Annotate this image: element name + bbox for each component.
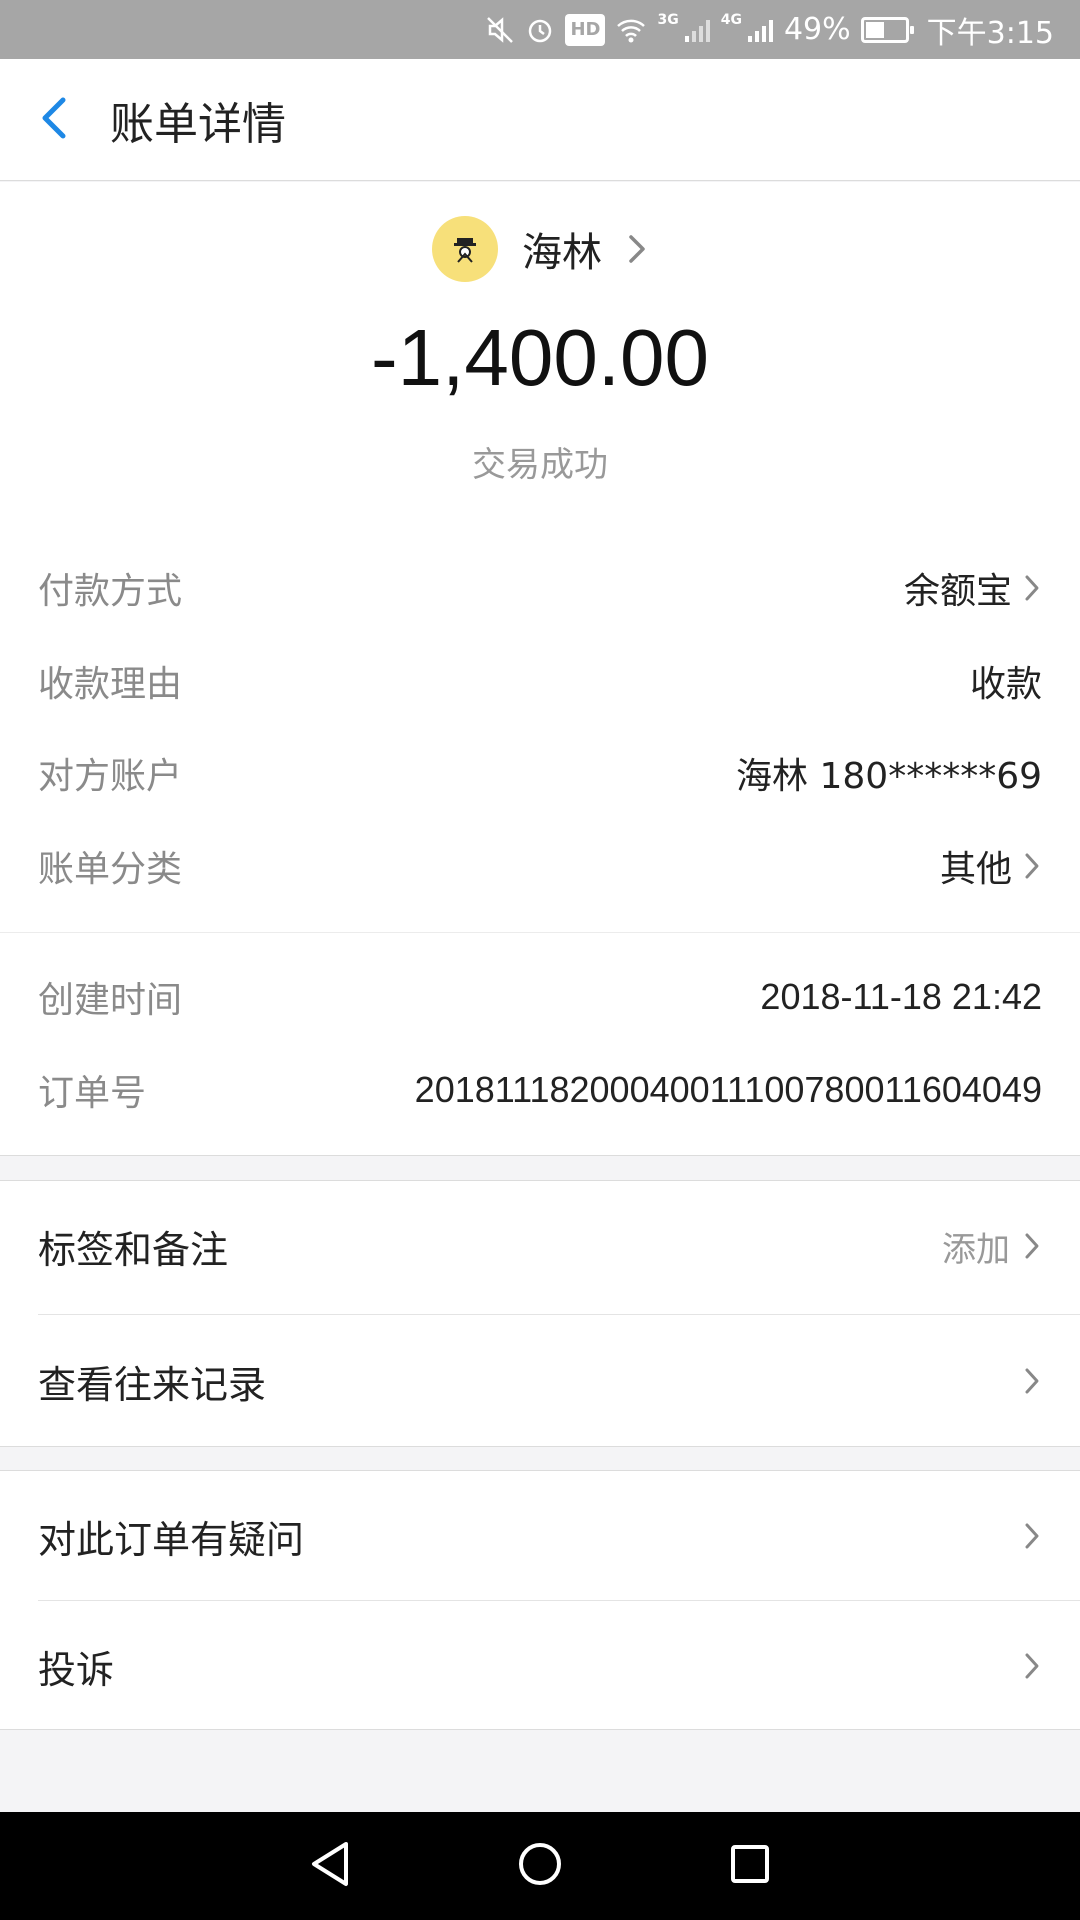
bill-summary-card: 海林 -1,400.00 交易成功 付款方式 余额宝 收款理由 收款 对方账户 … bbox=[0, 182, 1080, 932]
complaint-item[interactable]: 投诉 bbox=[0, 1601, 1080, 1731]
signal-icon bbox=[746, 14, 774, 46]
meta-value: 2018-11-18 21:42 bbox=[760, 976, 1042, 1018]
network-3g-label: 3G bbox=[657, 12, 679, 28]
payee-row: 海林 bbox=[0, 216, 1080, 282]
battery-percent: 49% bbox=[783, 12, 851, 47]
nav-home-button[interactable] bbox=[510, 1836, 570, 1896]
nav-recents-button[interactable] bbox=[720, 1836, 780, 1896]
list-label: 查看往来记录 bbox=[38, 1362, 267, 1407]
meta-row-order-no: 订单号 20181118200040011100780011604049 bbox=[38, 1060, 1042, 1120]
detail-row-payment-method: 付款方式 余额宝 bbox=[38, 558, 1042, 618]
order-question-item[interactable]: 对此订单有疑问 bbox=[0, 1471, 1080, 1601]
chevron-right-icon bbox=[1022, 1650, 1042, 1682]
detail-value: 余额宝 bbox=[903, 571, 1012, 612]
list-label: 对此订单有疑问 bbox=[38, 1517, 305, 1562]
battery-icon bbox=[860, 16, 914, 43]
detail-value: 海林 180******69 bbox=[736, 756, 1042, 797]
status-time: 下午3:15 bbox=[926, 15, 1054, 51]
wifi-icon bbox=[615, 14, 647, 46]
detail-value: 收款 bbox=[969, 664, 1042, 705]
nav-back-button[interactable] bbox=[300, 1836, 360, 1896]
payee-link[interactable]: 海林 bbox=[432, 216, 648, 282]
list-label: 标签和备注 bbox=[38, 1227, 229, 1272]
divider bbox=[38, 1314, 1080, 1315]
back-arrow-icon bbox=[37, 96, 73, 144]
meta-label: 订单号 bbox=[38, 1073, 147, 1114]
transaction-status: 交易成功 bbox=[472, 445, 608, 485]
chevron-right-icon bbox=[1022, 1230, 1042, 1262]
chevron-right-icon bbox=[1022, 1520, 1042, 1552]
back-triangle-icon bbox=[308, 1840, 352, 1892]
signal-icon bbox=[683, 14, 711, 46]
created-time: 2018-11-18 21:42 bbox=[760, 976, 1042, 1017]
alarm-icon bbox=[525, 14, 555, 46]
tags-notes-item[interactable]: 标签和备注 添加 bbox=[0, 1181, 1080, 1311]
meta-label: 创建时间 bbox=[38, 980, 183, 1021]
hd-icon: HD bbox=[565, 13, 606, 46]
add-hint: 添加 bbox=[942, 1229, 1010, 1270]
back-button[interactable] bbox=[0, 59, 110, 181]
detail-row-reason: 收款理由 收款 bbox=[38, 651, 1042, 711]
page-title: 账单详情 bbox=[110, 98, 286, 150]
detail-row-category: 账单分类 其他 bbox=[38, 836, 1042, 896]
meta-row-created: 创建时间 2018-11-18 21:42 bbox=[38, 967, 1042, 1027]
avatar bbox=[432, 216, 498, 282]
mute-icon bbox=[485, 14, 515, 46]
transaction-amount: -1,400.00 bbox=[370, 313, 710, 402]
detail-label: 收款理由 bbox=[38, 664, 183, 705]
detail-value: 其他 bbox=[939, 849, 1012, 890]
actions-section-2: 对此订单有疑问 投诉 bbox=[0, 1470, 1080, 1730]
list-right: 添加 bbox=[942, 1222, 1042, 1271]
status-bar: HD 3G 4G 49% 下午3:15 bbox=[0, 0, 1080, 59]
order-meta-section: 创建时间 2018-11-18 21:42 订单号 20181118200040… bbox=[0, 932, 1080, 1156]
chevron-right-icon bbox=[1022, 572, 1042, 604]
app-header: 账单详情 bbox=[0, 59, 1080, 181]
category-value[interactable]: 其他 bbox=[940, 840, 1042, 892]
order-number: 20181118200040011100780011604049 bbox=[414, 1069, 1042, 1110]
payment-method-value[interactable]: 余额宝 bbox=[904, 562, 1042, 614]
home-circle-icon bbox=[517, 1841, 563, 1891]
detail-label: 账单分类 bbox=[38, 849, 183, 890]
network-4g-label: 4G bbox=[720, 12, 742, 28]
meta-value: 20181118200040011100780011604049 bbox=[415, 1069, 1042, 1111]
chevron-right-icon bbox=[1022, 1365, 1042, 1397]
recents-square-icon bbox=[729, 1843, 771, 1889]
chevron-right-icon bbox=[626, 231, 648, 267]
payee-name: 海林 bbox=[522, 230, 602, 276]
detail-label: 对方账户 bbox=[38, 756, 183, 797]
chevron-right-icon bbox=[1022, 850, 1042, 882]
detail-label: 付款方式 bbox=[38, 571, 183, 612]
system-nav-bar bbox=[0, 1812, 1080, 1920]
history-records-item[interactable]: 查看往来记录 bbox=[0, 1316, 1080, 1446]
list-label: 投诉 bbox=[38, 1647, 115, 1692]
detail-row-counterparty: 对方账户 海林 180******69 bbox=[38, 743, 1042, 803]
actions-section-1: 标签和备注 添加 查看往来记录 bbox=[0, 1180, 1080, 1447]
